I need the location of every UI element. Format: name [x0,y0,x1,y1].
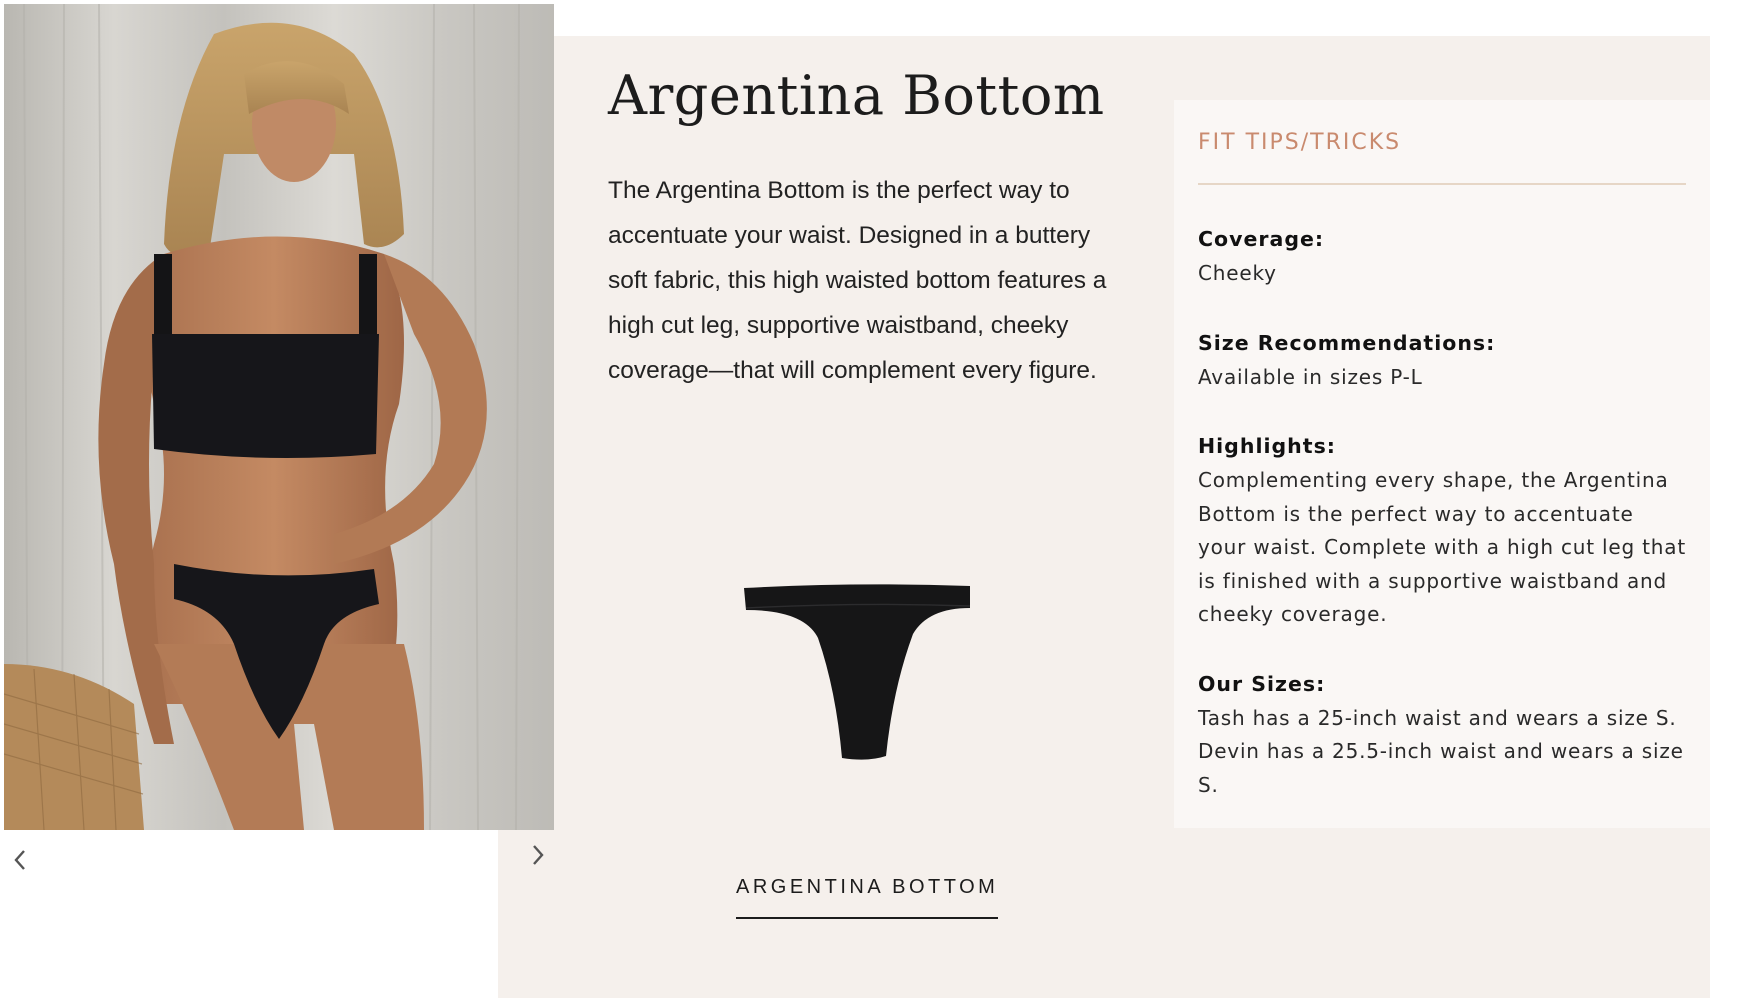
fit-tips-card: FIT TIPS/TRICKS Coverage: Cheeky Size Re… [1174,100,1710,828]
carousel-next-button[interactable] [524,841,552,869]
our-sizes-section: Our Sizes: Tash has a 25-inch waist and … [1198,670,1686,803]
highlights-label: Highlights: [1198,434,1336,458]
size-recommendations-label: Size Recommendations: [1198,330,1496,355]
our-sizes-value: Tash has a 25-inch waist and wears a siz… [1198,705,1684,797]
our-sizes-label: Our Sizes: [1198,671,1326,696]
product-swatch-image[interactable] [738,578,978,788]
product-description: The Argentina Bottom is the perfect way … [608,177,1107,384]
size-recommendations-value: Available in sizes P-L [1198,364,1423,389]
highlights-value: Complementing every shape, the Argentina… [1198,468,1686,626]
swatch-label-link[interactable]: ARGENTINA BOTTOM [736,876,999,919]
fit-tips-heading: FIT TIPS/TRICKS [1198,130,1686,185]
chevron-right-icon [533,845,544,865]
model-photo [4,4,554,830]
bikini-bottom-image [744,584,971,760]
chevron-left-icon [14,850,25,870]
product-page: Argentina Bottom The Argentina Bottom is… [0,0,1744,1004]
coverage-label: Coverage: [1198,227,1325,251]
product-title: Argentina Bottom [608,64,1105,127]
coverage-value: Cheeky [1198,261,1277,285]
carousel-prev-button[interactable] [6,846,34,874]
highlights-section: Highlights: Complementing every shape, t… [1198,432,1686,632]
product-image-carousel[interactable] [4,4,554,830]
size-recommendations-section: Size Recommendations: Available in sizes… [1198,329,1686,395]
coverage-section: Coverage: Cheeky [1198,225,1686,291]
